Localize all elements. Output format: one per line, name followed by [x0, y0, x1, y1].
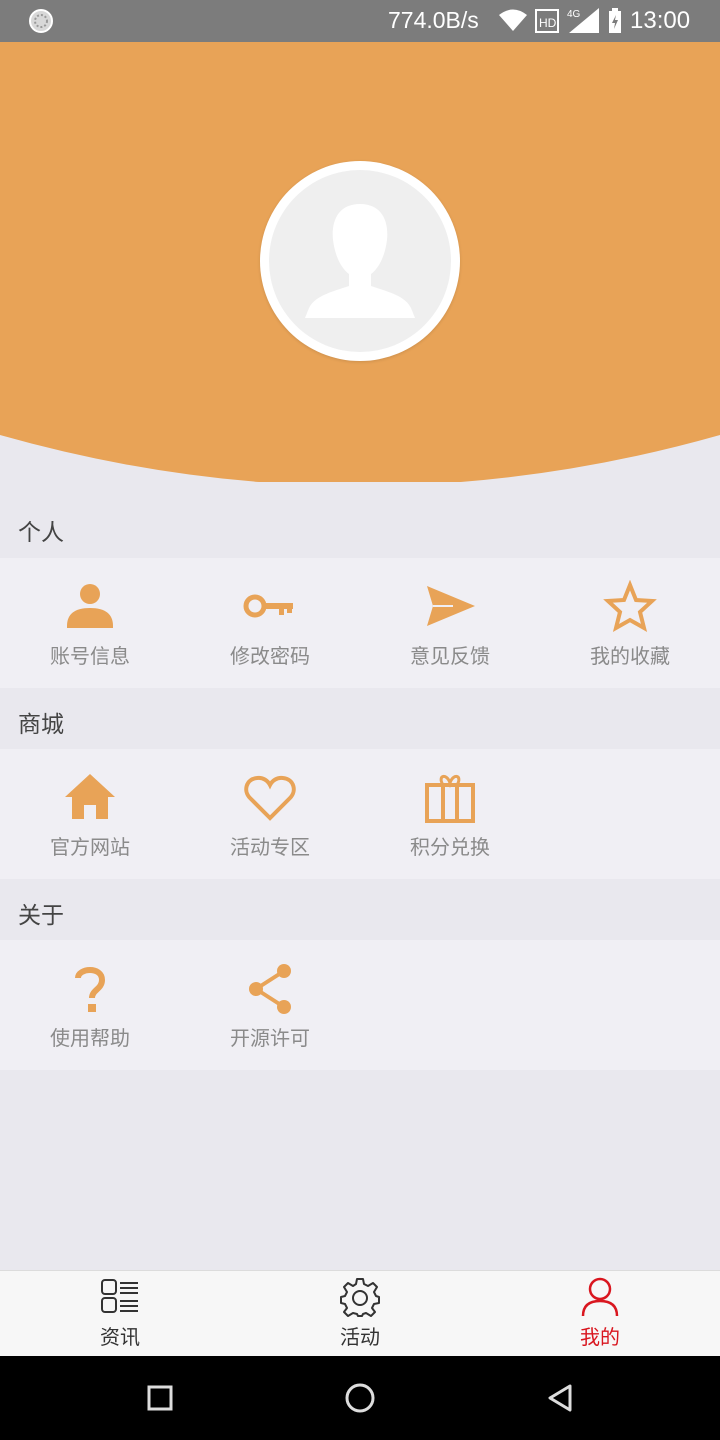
grid-item-feedback[interactable]: 意见反馈 [360, 558, 540, 688]
system-nav-bar [0, 1356, 720, 1440]
svg-text:HD: HD [539, 16, 557, 30]
hd-icon: HD [535, 9, 559, 33]
battery-icon [609, 8, 621, 33]
clock: 13:00 [630, 7, 691, 34]
back-button[interactable] [538, 1376, 582, 1420]
status-bar: 774.0B/s HD 4G 13:00 [0, 0, 720, 42]
bottom-nav: 资讯 活动 我的 [0, 1270, 720, 1356]
tab-news[interactable]: 资讯 [0, 1271, 240, 1357]
tab-label: 我的 [580, 1325, 620, 1349]
grid-label: 我的收藏 [590, 644, 670, 668]
svg-text:4G: 4G [567, 9, 581, 20]
person-icon [67, 584, 113, 628]
grid-label: 官方网站 [50, 835, 130, 859]
share-icon [249, 964, 291, 1014]
tab-activities[interactable]: 活动 [240, 1271, 480, 1357]
grid-item-open-source-license[interactable]: 开源许可 [180, 940, 360, 1070]
star-icon [603, 580, 657, 633]
wifi-icon [499, 9, 527, 31]
user-silhouette-icon [305, 204, 415, 318]
grid-item-favorites[interactable]: 我的收藏 [540, 558, 720, 688]
grid-label: 活动专区 [230, 835, 310, 859]
gift-icon [425, 775, 475, 823]
key-icon [243, 594, 293, 618]
grid-item-events[interactable]: 活动专区 [180, 749, 360, 879]
about-grid: 使用帮助 开源许可 [0, 940, 720, 1070]
grid-item-points-exchange[interactable]: 积分兑换 [360, 749, 540, 879]
section-title-personal: 个人 [18, 520, 64, 546]
grid-label: 开源许可 [230, 1026, 310, 1050]
status-icons: HD 4G [499, 8, 621, 33]
tab-label: 资讯 [100, 1325, 140, 1349]
recents-button[interactable] [138, 1376, 182, 1420]
send-icon [427, 586, 475, 626]
sync-icon [29, 9, 53, 33]
tab-label: 活动 [340, 1325, 380, 1349]
section-title-mall: 商城 [18, 712, 64, 738]
network-speed: 774.0B/s [388, 7, 479, 33]
grid-item-account-info[interactable]: 账号信息 [0, 558, 180, 688]
question-icon [75, 967, 106, 1012]
grid-label: 使用帮助 [50, 1026, 130, 1050]
grid-label: 账号信息 [50, 644, 130, 668]
section-title-about: 关于 [18, 903, 64, 929]
grid-label: 意见反馈 [410, 644, 490, 668]
grid-item-help[interactable]: 使用帮助 [0, 940, 180, 1070]
personal-grid: 账号信息 修改密码 意见反馈 我的收藏 [0, 558, 720, 688]
home-button[interactable] [338, 1376, 382, 1420]
tab-mine[interactable]: 我的 [480, 1271, 720, 1357]
news-list-icon [101, 1279, 138, 1313]
home-icon [65, 774, 115, 819]
signal-icon: 4G [567, 8, 599, 33]
avatar[interactable] [260, 161, 460, 361]
grid-label: 修改密码 [230, 644, 310, 668]
gear-icon [340, 1278, 380, 1317]
grid-item-official-site[interactable]: 官方网站 [0, 749, 180, 879]
grid-item-change-password[interactable]: 修改密码 [180, 558, 360, 688]
grid-label: 积分兑换 [410, 835, 490, 859]
mall-grid: 官方网站 活动专区 积分兑换 [0, 749, 720, 879]
user-icon [581, 1277, 619, 1317]
heart-icon [244, 775, 296, 821]
